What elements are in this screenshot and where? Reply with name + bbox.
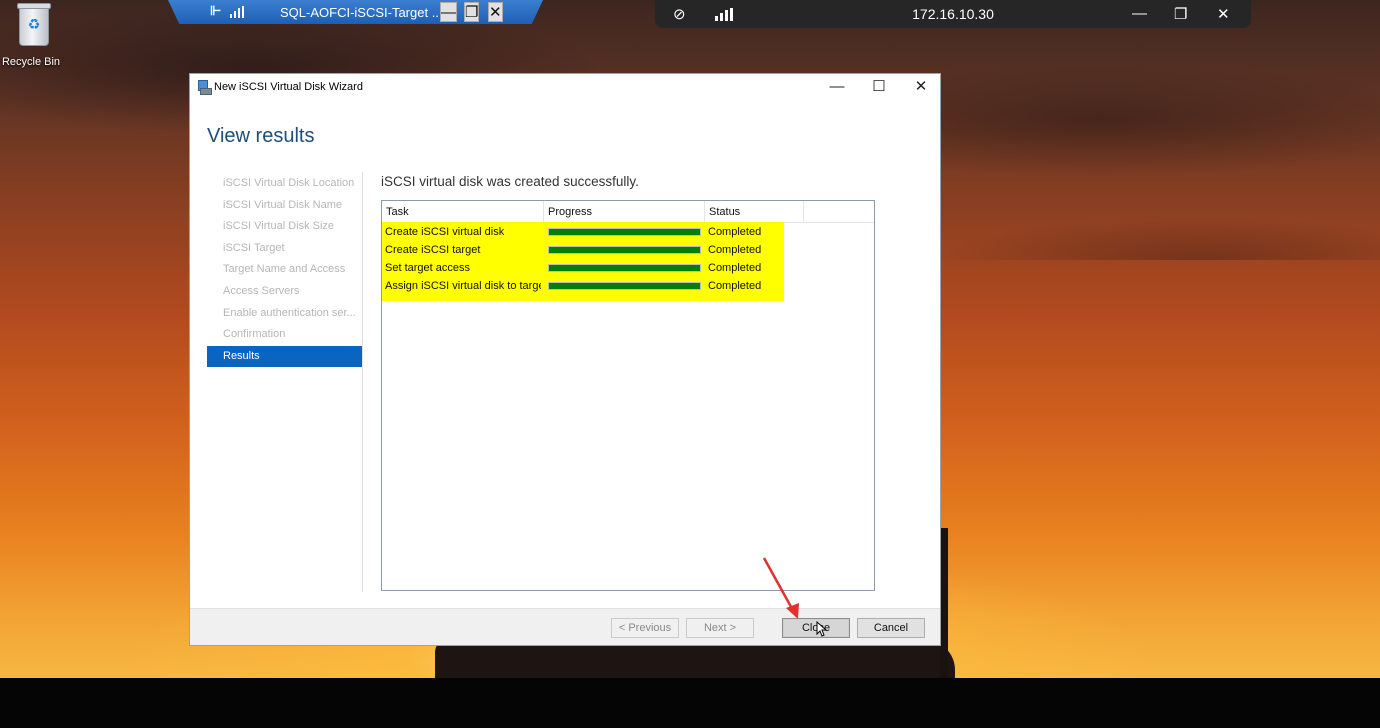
table-row[interactable]: Create iSCSI target Completed [382, 241, 784, 259]
window-title: New iSCSI Virtual Disk Wizard [214, 81, 363, 93]
previous-button[interactable]: < Previous [611, 618, 679, 638]
table-row[interactable]: Create iSCSI virtual disk Completed [382, 223, 784, 241]
next-button[interactable]: Next > [686, 618, 754, 638]
progress-bar-fill [549, 229, 700, 235]
status-cell: Completed [708, 262, 762, 274]
wizard-step-confirmation[interactable]: Confirmation [207, 324, 362, 346]
wizard-step-iscsi-virtual-disk-size[interactable]: iSCSI Virtual Disk Size [207, 216, 362, 238]
recycle-bin-label: Recycle Bin [1, 56, 61, 68]
connection-minimize-icon[interactable]: — [1132, 5, 1147, 22]
connection-restore-icon[interactable]: ❐ [1174, 5, 1187, 23]
wizard-step-nav: iSCSI Virtual Disk Location iSCSI Virtual… [207, 173, 362, 368]
restore-icon[interactable]: ❐ [464, 2, 480, 22]
wizard-step-access-servers[interactable]: Access Servers [207, 281, 362, 303]
column-header-progress[interactable]: Progress [544, 201, 705, 222]
remote-session-title: SQL-AOFCI-iSCSI-Target ... [280, 5, 443, 20]
desktop-bottom-strip [0, 678, 1380, 728]
wizard-step-target-name-and-access[interactable]: Target Name and Access [207, 259, 362, 281]
status-cell: Completed [708, 244, 762, 256]
progress-bar [548, 264, 701, 272]
task-cell: Set target access [385, 262, 470, 274]
wizard-step-iscsi-target[interactable]: iSCSI Target [207, 238, 362, 260]
server-manager-icon [197, 80, 212, 95]
task-cell: Create iSCSI target [385, 244, 481, 256]
status-cell: Completed [708, 280, 762, 292]
results-list[interactable]: Task Progress Status Create iSCSI virtua… [381, 200, 875, 591]
result-message: iSCSI virtual disk was created successfu… [381, 174, 639, 189]
table-row[interactable]: Assign iSCSI virtual disk to target Compl… [382, 277, 784, 295]
wizard-step-iscsi-virtual-disk-name[interactable]: iSCSI Virtual Disk Name [207, 195, 362, 217]
connection-bar: ⊘ 172.16.10.30 — ❐ ✕ [655, 0, 1251, 28]
progress-bar [548, 228, 701, 236]
progress-bar-fill [549, 265, 700, 271]
mouse-cursor-icon [816, 621, 828, 637]
remote-session-bar: ⊩ SQL-AOFCI-iSCSI-Target ... — ❐ ✕ [168, 0, 543, 24]
progress-bar [548, 282, 701, 290]
window-titlebar[interactable]: New iSCSI Virtual Disk Wizard — ☐ ✕ [190, 74, 940, 100]
cancel-button[interactable]: Cancel [857, 618, 925, 638]
column-header-task[interactable]: Task [382, 201, 544, 222]
wizard-step-enable-authentication-ser[interactable]: Enable authentication ser... [207, 303, 362, 325]
nav-divider [362, 172, 363, 592]
window-minimize-button[interactable]: — [822, 77, 852, 97]
wizard-step-iscsi-virtual-disk-location[interactable]: iSCSI Virtual Disk Location [207, 173, 362, 195]
pin-icon[interactable]: ⊩ [210, 3, 221, 19]
signal-bars-icon [230, 6, 246, 18]
task-cell: Assign iSCSI virtual disk to target [385, 280, 541, 292]
wizard-step-results[interactable]: Results [207, 345, 362, 368]
status-cell: Completed [708, 226, 762, 238]
close-icon[interactable]: ✕ [488, 2, 503, 22]
wallpaper-silhouette [435, 640, 955, 680]
minimize-icon[interactable]: — [440, 2, 457, 22]
page-title: View results [207, 125, 315, 147]
progress-bar [548, 246, 701, 254]
wallpaper-silhouette-post [940, 528, 948, 678]
connection-close-icon[interactable]: ✕ [1217, 5, 1230, 23]
window-close-button[interactable]: ✕ [906, 77, 936, 97]
results-list-header: Task Progress Status [382, 201, 874, 223]
recycle-bin-shortcut[interactable]: ♻ Recycle Bin [2, 3, 62, 68]
connection-ip: 172.16.10.30 [912, 6, 994, 22]
progress-bar-fill [549, 247, 700, 253]
column-header-status[interactable]: Status [705, 201, 804, 222]
table-row[interactable]: Set target access Completed [382, 259, 784, 277]
window-maximize-button[interactable]: ☐ [864, 77, 894, 97]
progress-bar-fill [549, 283, 700, 289]
iscsi-virtual-disk-wizard-window: New iSCSI Virtual Disk Wizard — ☐ ✕ View… [189, 73, 941, 646]
task-cell: Create iSCSI virtual disk [385, 226, 505, 238]
recycle-bin-icon: ♻ [17, 3, 51, 46]
